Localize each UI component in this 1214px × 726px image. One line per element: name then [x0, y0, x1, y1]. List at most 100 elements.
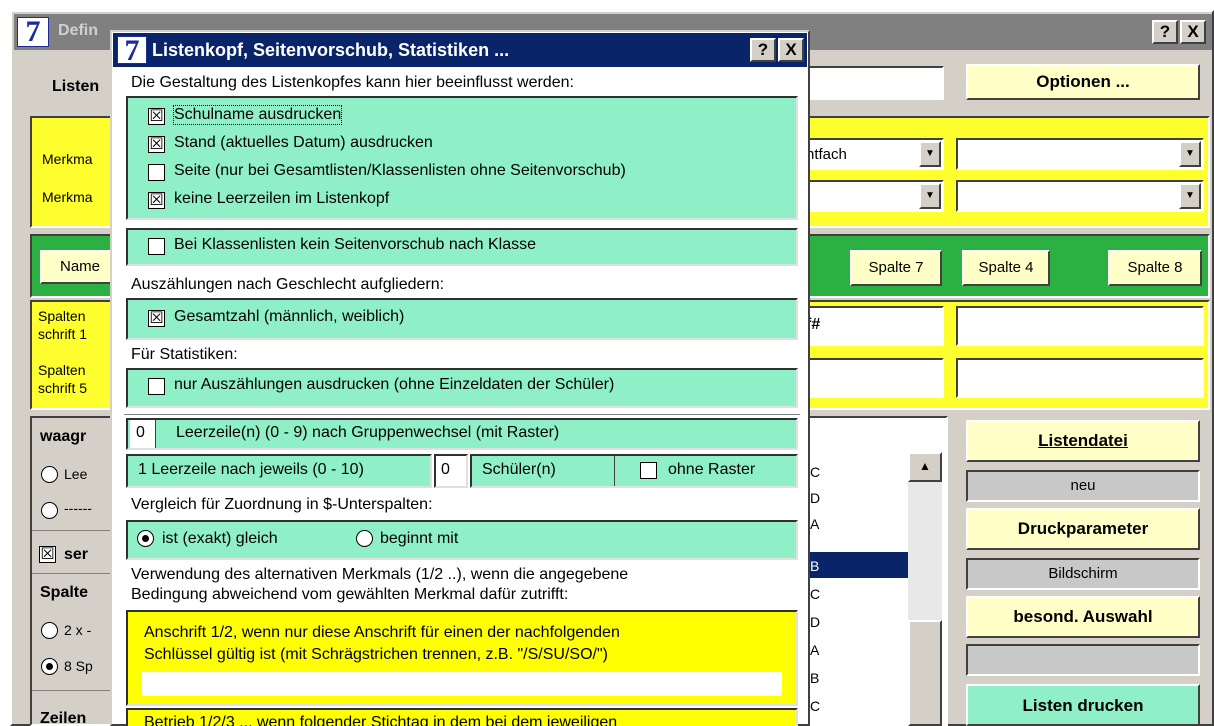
zeilen-label: Zeilen: [40, 710, 87, 726]
besond-auswahl-label: besond. Auswahl: [1013, 607, 1153, 626]
exakt-label: ist (exakt) gleich: [162, 530, 278, 547]
waagr-label: waagr: [40, 428, 87, 445]
spalte4-button[interactable]: Spalte 4: [962, 250, 1050, 286]
gesamtzahl-label: Gesamtzahl (männlich, weiblich): [174, 308, 405, 325]
scroll-thumb[interactable]: [908, 620, 942, 726]
dialog-title: Listenkopf, Seitenvorschub, Statistiken …: [152, 40, 510, 60]
merkmal3-combo[interactable]: ▼: [956, 138, 1204, 170]
dash-radio[interactable]: [41, 502, 58, 519]
listen-name-field[interactable]: [800, 66, 944, 100]
main-close-button[interactable]: X: [1180, 20, 1206, 44]
dialog-close-button[interactable]: X: [778, 38, 804, 62]
lee-label: Lee: [64, 466, 88, 482]
optionen-label: Optionen ...: [1036, 72, 1130, 91]
list-item: C: [810, 698, 821, 714]
list-item: C: [810, 586, 821, 602]
betrieb-text: Betrieb 1/2/3 ... wenn folgender Stichta…: [144, 714, 618, 726]
druckparameter-value: Bildschirm: [966, 558, 1200, 590]
chevron-down-icon[interactable]: ▼: [1179, 141, 1201, 167]
name-button[interactable]: Name: [40, 250, 120, 284]
gruppenwechsel-value: 0: [136, 424, 145, 441]
beginnt-label: beginnt mit: [380, 530, 459, 547]
spalte8-button[interactable]: Spalte 8: [1108, 250, 1202, 286]
listendatei-value: neu: [966, 470, 1200, 502]
schueler-input[interactable]: 0: [434, 454, 468, 488]
dash-label: ------: [64, 500, 92, 516]
chevron-down-icon[interactable]: ▼: [919, 141, 941, 167]
list-item: C: [810, 464, 821, 480]
spalten5-label-a: Spalten: [38, 362, 86, 378]
dialog-logo-icon: 7: [117, 36, 147, 66]
schueler-value: 0: [441, 461, 450, 478]
alternativ-heading-1: Verwendung des alternativen Merkmals (1/…: [131, 566, 629, 583]
schueler-label: Schüler(n): [482, 461, 556, 478]
spalten1-label-a: Spalten: [38, 308, 86, 324]
beginnt-radio[interactable]: [356, 530, 373, 547]
lee-radio[interactable]: [41, 466, 58, 483]
eight-sp-label: 8 Sp: [64, 658, 93, 674]
spalten-header-field-3[interactable]: [800, 358, 944, 398]
leerzeilen-kopf-checkbox[interactable]: ☒: [148, 192, 165, 209]
ohne-raster-checkbox[interactable]: [640, 462, 657, 479]
nur-auszaehlungen-checkbox[interactable]: [148, 378, 165, 395]
exakt-radio[interactable]: [137, 530, 154, 547]
spalten1-label-b: schrift 1: [38, 326, 88, 342]
leerzeile-nach-label: 1 Leerzeile nach jeweils (0 - 10): [138, 461, 364, 478]
schulname-checkbox[interactable]: ☒: [148, 108, 165, 125]
listendatei-button[interactable]: Listendatei: [966, 420, 1200, 462]
gruppenwechsel-input[interactable]: 0: [130, 420, 156, 448]
list-item: B: [810, 558, 820, 574]
ohne-raster-label: ohne Raster: [668, 461, 756, 478]
nur-auszaehlungen-label: nur Auszählungen ausdrucken (ohne Einzel…: [174, 376, 615, 393]
merkmal1-combo-value: ntfach: [806, 146, 847, 163]
klassenlisten-label: Bei Klassenlisten kein Seitenvorschub na…: [174, 236, 536, 253]
scroll-up-button[interactable]: ▲: [908, 452, 942, 482]
druckparameter-button[interactable]: Druckparameter: [966, 508, 1200, 550]
stand-label: Stand (aktuelles Datum) ausdrucken: [174, 134, 433, 151]
listen-drucken-button[interactable]: Listen drucken: [966, 684, 1200, 726]
spalten-header-field-1[interactable]: f#: [800, 306, 944, 346]
druckparameter-label: Druckparameter: [1017, 519, 1149, 538]
listen-label: Listen: [52, 78, 100, 95]
anschrift-text-2: Schlüssel gültig ist (mit Schrägstrichen…: [144, 646, 608, 663]
eight-sp-radio[interactable]: [41, 658, 58, 675]
spalten-header-field-2[interactable]: [956, 306, 1204, 346]
optionen-button[interactable]: Optionen ...: [966, 64, 1200, 100]
vergleich-heading: Vergleich für Zuordnung in $-Unterspalte…: [131, 496, 433, 513]
merkmal4-combo[interactable]: ▼: [956, 180, 1204, 212]
listen-drucken-label: Listen drucken: [1022, 696, 1144, 715]
list-item: B: [810, 670, 820, 686]
besond-auswahl-button[interactable]: besond. Auswahl: [966, 596, 1200, 638]
merkmal1-combo[interactable]: ntfach ▼: [800, 138, 944, 170]
dialog-help-button[interactable]: ?: [750, 38, 776, 62]
merkmal2-label: Merkma: [42, 189, 93, 205]
besond-auswahl-value: [966, 644, 1200, 676]
two-x-radio[interactable]: [41, 622, 58, 639]
list-selected-row[interactable]: [808, 552, 908, 578]
main-help-button[interactable]: ?: [1152, 20, 1178, 44]
schueler-divider: [614, 456, 615, 486]
gruppenwechsel-label: Leerzeile(n) (0 - 9) nach Gruppenwechsel…: [176, 424, 560, 441]
statistik-heading: Für Statistiken:: [131, 346, 238, 363]
chevron-down-icon[interactable]: ▼: [919, 183, 941, 209]
chevron-down-icon[interactable]: ▼: [1179, 183, 1201, 209]
spalten5-label-b: schrift 5: [38, 380, 88, 396]
listenkopf-intro: Die Gestaltung des Listenkopfes kann hie…: [131, 74, 574, 91]
list-item: D: [810, 490, 821, 506]
gesamtzahl-checkbox[interactable]: ☒: [148, 310, 165, 327]
two-x-label: 2 x -: [64, 622, 92, 638]
list-item: A: [810, 642, 820, 658]
seite-checkbox[interactable]: [148, 164, 165, 181]
ser-checkbox[interactable]: ☒: [39, 546, 56, 563]
list-item: A: [810, 516, 820, 532]
merkmal2-combo[interactable]: ▼: [800, 180, 944, 212]
stand-checkbox[interactable]: ☒: [148, 136, 165, 153]
anschrift-text-1: Anschrift 1/2, wenn nur diese Anschrift …: [144, 624, 620, 641]
ser-label: ser: [64, 546, 89, 563]
geschlecht-heading: Auszählungen nach Geschlecht aufgliedern…: [131, 276, 445, 293]
anschrift-input[interactable]: [142, 672, 782, 696]
spalten-header-field-4[interactable]: [956, 358, 1204, 398]
klassenlisten-checkbox[interactable]: [148, 238, 165, 255]
spalte7-button[interactable]: Spalte 7: [850, 250, 942, 286]
seite-label: Seite (nur bei Gesamtlisten/Klassenliste…: [174, 162, 626, 179]
